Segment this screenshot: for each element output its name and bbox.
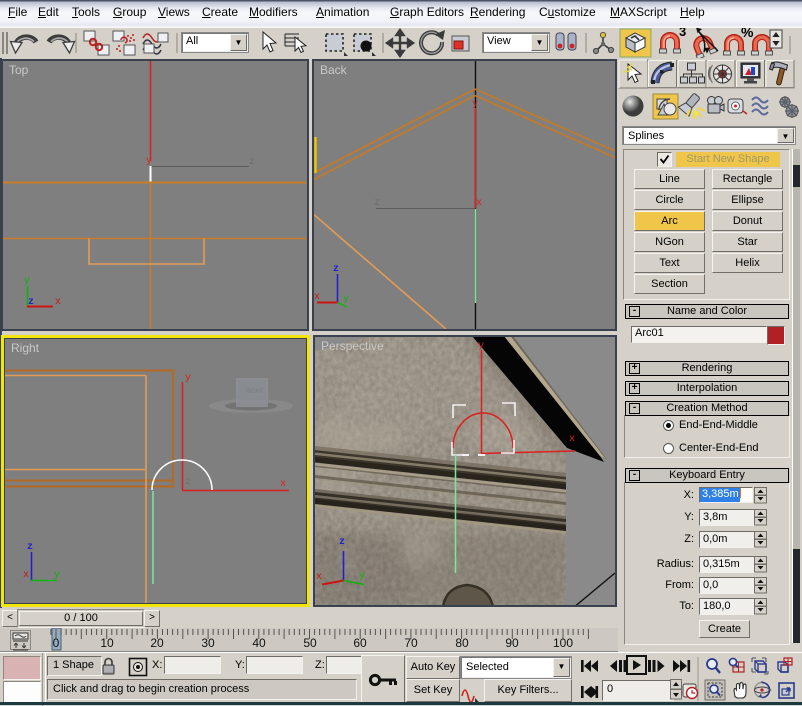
svg-text:y: y	[54, 570, 60, 581]
svg-text:80: 80	[455, 636, 469, 650]
svg-text:x: x	[23, 570, 29, 581]
svg-text:40: 40	[252, 636, 266, 650]
svg-text:30: 30	[201, 636, 215, 650]
svg-text:x: x	[280, 479, 286, 490]
svg-text:y: y	[478, 341, 484, 352]
svg-text:10: 10	[100, 636, 114, 650]
svg-text:RIGHT: RIGHT	[245, 389, 264, 395]
svg-text:y: y	[24, 276, 30, 287]
svg-text:z: z	[185, 477, 191, 488]
svg-text:y: y	[185, 373, 191, 384]
svg-text:z: z	[28, 297, 34, 308]
svg-text:3: 3	[679, 28, 686, 39]
svg-text:x: x	[316, 572, 322, 583]
svg-text:x: x	[476, 198, 482, 209]
svg-text:y: y	[359, 571, 365, 582]
svg-text:20: 20	[150, 636, 164, 650]
svg-text:%: %	[741, 28, 754, 40]
svg-text:100: 100	[553, 636, 573, 650]
svg-text:60: 60	[353, 636, 367, 650]
svg-text:x: x	[569, 434, 575, 445]
svg-text:z: z	[339, 537, 345, 548]
svg-text:z: z	[374, 198, 380, 209]
svg-text:x: x	[314, 292, 320, 303]
svg-text:y: y	[472, 99, 478, 110]
svg-text:y: y	[343, 294, 349, 305]
svg-text:x: x	[55, 297, 61, 308]
svg-text:0: 0	[53, 636, 60, 650]
svg-text:50: 50	[303, 636, 317, 650]
svg-text:z: z	[27, 542, 33, 553]
svg-text:z: z	[333, 264, 339, 275]
svg-text:z: z	[249, 157, 255, 168]
svg-text:90: 90	[505, 636, 519, 650]
svg-text:70: 70	[404, 636, 418, 650]
svg-text:y: y	[146, 156, 152, 167]
